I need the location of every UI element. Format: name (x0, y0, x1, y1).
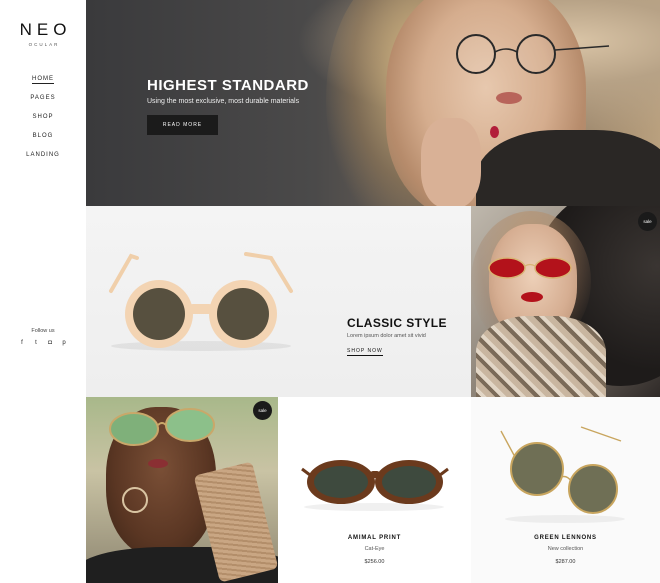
photo-lips (148, 459, 168, 468)
nav-item-landing[interactable]: LANDING (0, 150, 86, 169)
product-photo-mirrored[interactable]: sale (86, 397, 278, 583)
logo[interactable]: NEO OCULAR (0, 20, 86, 47)
main-nav: HOME PAGES SHOP BLOG LANDING (0, 74, 86, 169)
hero-title: HIGHEST STANDARD (147, 77, 309, 94)
pinterest-icon[interactable]: p (61, 340, 67, 346)
shop-now-link[interactable]: SHOP NOW (347, 348, 383, 356)
nav-item-shop[interactable]: SHOP (0, 112, 86, 131)
classic-subtitle: Lorem ipsum dolor amet sit vivid (347, 333, 426, 339)
social-icons: f t ◘ p (0, 340, 86, 346)
mirrored-glasses-image (109, 408, 215, 446)
nav-item-label: HOME (32, 76, 54, 84)
product-price: $287.00 (555, 559, 576, 565)
hero-text: HIGHEST STANDARD Using the most exclusiv… (147, 77, 309, 105)
product-name[interactable]: GREEN LENNONS (471, 535, 660, 541)
portrait-glasses-image (488, 257, 572, 279)
product-card[interactable]: GREEN LENNONS New collection $287.00 (471, 397, 660, 583)
sale-badge: sale (638, 212, 657, 231)
logo-wordmark: NEO (19, 20, 72, 39)
nav-item-blog[interactable]: BLOG (0, 131, 86, 150)
product-card[interactable]: AMIMAL PRINT Cat-Eye $256.00 (278, 397, 471, 583)
classic-style-banner: CLASSIC STYLE Lorem ipsum dolor amet sit… (86, 206, 471, 397)
follow-section: Follow us f t ◘ p (0, 328, 86, 346)
product-name[interactable]: AMIMAL PRINT (278, 535, 471, 541)
product-price: $256.00 (364, 559, 385, 565)
nav-item-label: LANDING (26, 152, 60, 158)
portrait-scarf (476, 316, 606, 397)
hero-image-nail (490, 126, 499, 138)
product-portrait-red-lens[interactable]: sale (471, 206, 660, 397)
facebook-icon[interactable]: f (19, 340, 25, 346)
classic-text: CLASSIC STYLE Lorem ipsum dolor amet sit… (347, 316, 447, 357)
product-category: New collection (547, 546, 584, 552)
hero-banner: HIGHEST STANDARD Using the most exclusiv… (86, 0, 660, 206)
logo-tagline: OCULAR (28, 42, 60, 47)
photo-earring (122, 487, 148, 513)
sidebar: NEO OCULAR HOME PAGES SHOP BLOG LANDING … (0, 0, 86, 583)
sale-badge: sale (253, 401, 272, 420)
classic-title: CLASSIC STYLE (347, 316, 447, 330)
follow-label: Follow us (31, 328, 55, 334)
nav-item-pages[interactable]: PAGES (0, 93, 86, 112)
classic-glasses-image (109, 252, 293, 351)
instagram-icon[interactable]: ◘ (47, 340, 53, 346)
hero-image-hand (421, 118, 481, 206)
portrait-lips (521, 292, 543, 302)
read-more-button[interactable]: READ MORE (147, 115, 218, 135)
nav-item-label: BLOG (32, 133, 54, 139)
hero-image-lips (496, 92, 522, 104)
nav-item-home[interactable]: HOME (0, 74, 86, 93)
hero-glasses-image (456, 34, 610, 74)
hero-image-coat (476, 130, 660, 206)
hero-subtitle: Using the most exclusive, most durable m… (147, 98, 300, 105)
animal-print-glasses-image (301, 460, 449, 511)
nav-item-label: SHOP (32, 114, 54, 120)
twitter-icon[interactable]: t (33, 340, 39, 346)
green-lennons-glasses-image (500, 426, 625, 523)
product-category: Cat-Eye (364, 546, 385, 552)
nav-item-label: PAGES (30, 95, 56, 101)
